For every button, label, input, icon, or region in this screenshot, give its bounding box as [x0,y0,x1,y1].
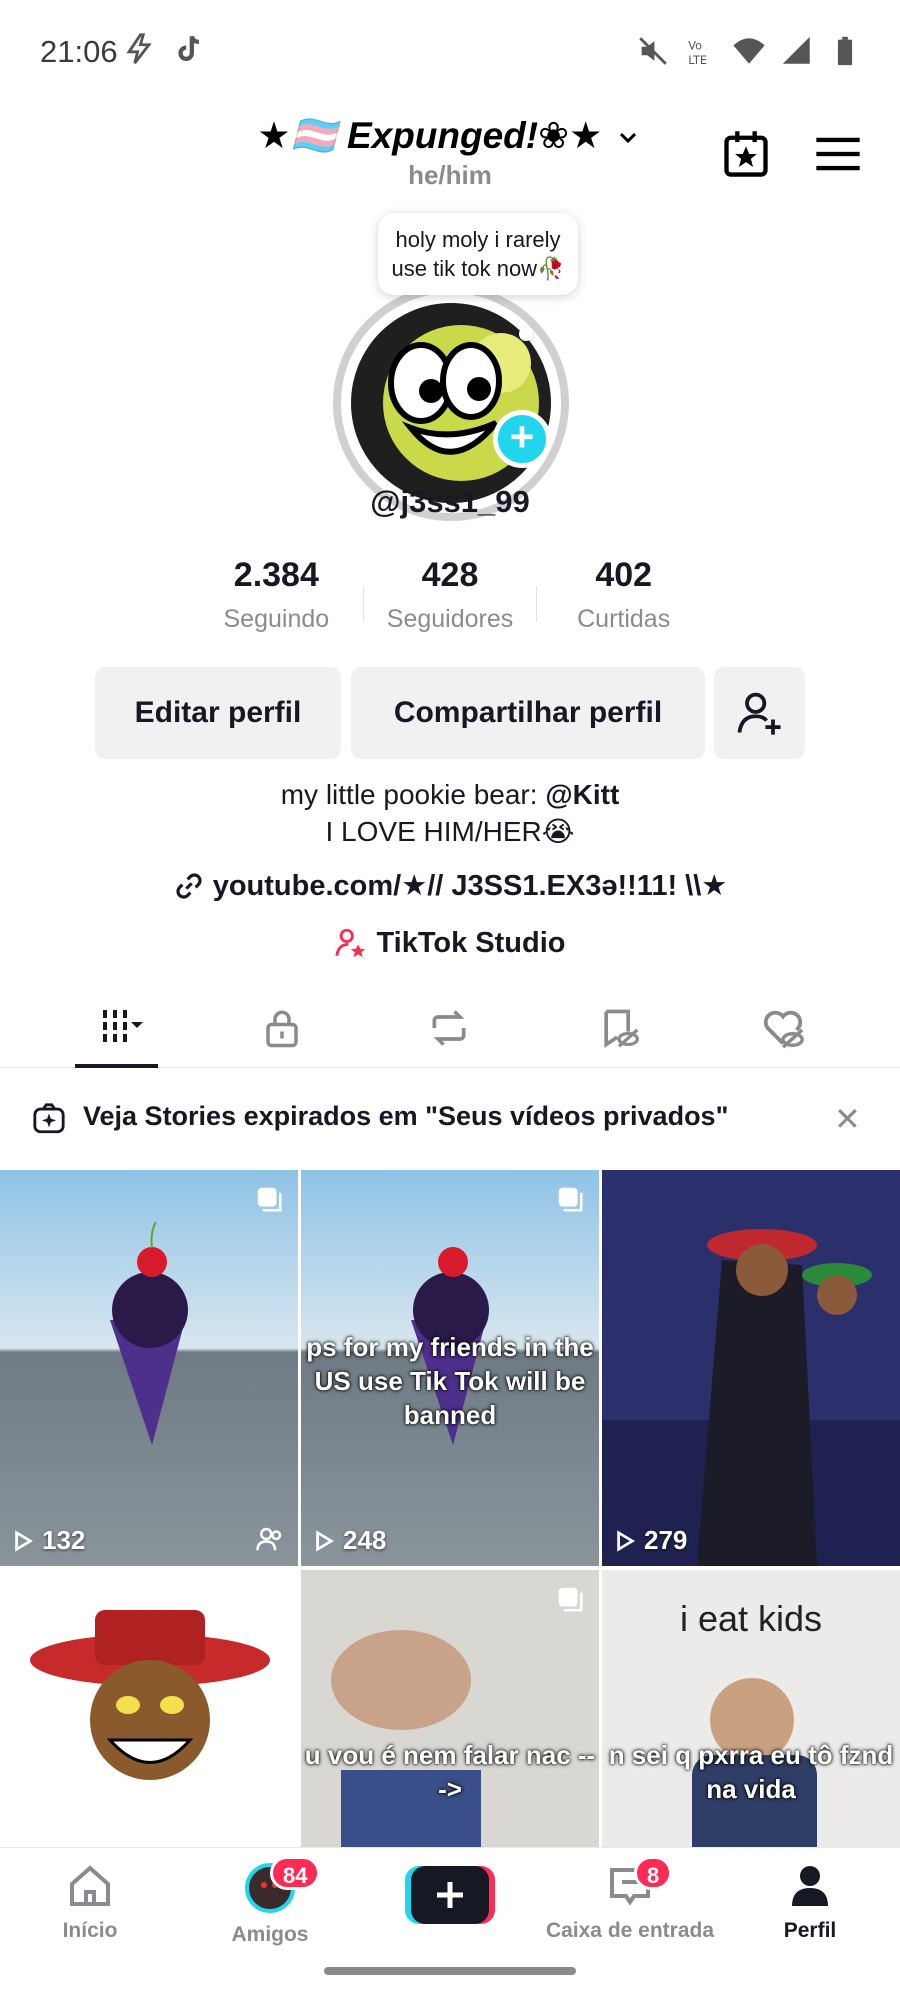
notification-badge: 8 [634,1856,673,1890]
profile-stats: 2.384 Seguindo 428 Seguidores 402 Curtid… [190,556,710,646]
play-icon [617,1529,636,1552]
tab-liked[interactable] [743,998,823,1058]
calendar-star-icon[interactable] [720,128,772,180]
video-caption: n sei q pxrra eu tô fznd na vida [608,1740,894,1804]
flash-notification-icon [126,33,152,65]
add-friends-button[interactable] [714,667,805,759]
view-count-text: 132 [42,1525,86,1555]
studio-person-star-icon [335,928,366,958]
home-icon [70,1865,110,1906]
video-thumbnail[interactable]: 279 [602,1170,900,1566]
view-count: 132 [12,1525,85,1556]
stat-label: Curtidas [577,605,671,633]
video-thumbnail[interactable]: 132 [0,1170,298,1566]
stat-value: 428 [421,556,479,594]
view-count: 248 [313,1525,386,1556]
video-top-text: i eat kids [679,1598,823,1639]
bio-link-text: youtube.com/★// J3SS1.EX3ə!!11! \\★ [212,870,728,902]
play-icon [316,1529,335,1552]
story-sparkle-icon [33,1103,65,1134]
friends-only-icon [256,1527,282,1551]
view-count: 279 [614,1525,687,1556]
lock-icon [266,1010,298,1048]
status-bar: 21:06 Vo LTE [0,0,900,104]
home-indicator[interactable] [324,1967,576,1975]
repost-icon [432,1010,466,1046]
multi-video-icon [257,1187,282,1212]
close-icon[interactable]: ✕ [834,1100,861,1138]
username: @j3ss1_99 [370,484,530,519]
nav-profile[interactable]: Perfil [735,1862,885,1943]
note-bubble-tail [519,327,533,341]
volte-icon: VoLTE [688,39,707,67]
bottom-navigation: Início Amigos 84 Caixa de entrada 8 Perf… [0,1847,900,2000]
stat-value: 2.384 [233,556,319,594]
mute-icon [639,37,667,65]
tab-favorites[interactable] [579,998,659,1058]
link-icon [176,872,202,899]
nav-label: Amigos [231,1923,309,1946]
stat-followers[interactable]: 428 Seguidores [364,556,537,646]
bio-text: I LOVE HIM/HER😭 [325,816,575,847]
multi-video-icon [558,1587,583,1612]
profile-tabs [0,990,900,1068]
menu-icon[interactable] [812,128,864,180]
wifi-icon [733,38,765,64]
bio-mention[interactable]: @Kitt [545,779,619,810]
stat-likes[interactable]: 402 Curtidas [537,556,710,646]
view-count-text: 248 [343,1525,387,1555]
bio-text: my little pookie bear: [280,779,546,810]
tiktok-notification-icon [178,35,200,62]
display-name: ★🏳️‍⚧️ Expunged!❀★ [257,115,603,156]
bookmark-hidden-icon [604,1009,639,1048]
nav-label: Início [62,1919,118,1942]
video-caption: u vou é nem falar nac ---> [304,1740,596,1804]
tab-videos[interactable] [77,998,157,1058]
nav-inbox[interactable]: Caixa de entrada 8 [530,1856,730,1943]
nav-friends[interactable]: Amigos 84 [195,1856,345,1947]
profile-note[interactable]: holy moly i rarely use tik tok now🥀 [378,213,578,295]
stat-following[interactable]: 2.384 Seguindo [190,556,363,646]
video-thumbnail[interactable]: ps for my friends in the US use Tik Tok … [301,1170,599,1566]
bio-link[interactable]: youtube.com/★// J3SS1.EX3ə!!11! \\★ [0,868,900,903]
studio-label: TikTok Studio [376,926,566,959]
tab-reposts[interactable] [409,998,489,1058]
status-time: 21:06 [40,34,118,69]
notification-badge: 84 [270,1856,321,1890]
expired-stories-banner[interactable]: Veja Stories expirados em "Seus vídeos p… [0,1068,900,1168]
view-count-text: 279 [644,1525,688,1555]
multi-video-icon [558,1187,583,1212]
share-profile-button[interactable]: Compartilhar perfil [351,667,705,759]
stat-label: Seguindo [223,605,330,633]
videos-grid-icon [103,1010,143,1042]
banner-text: Veja Stories expirados em "Seus vídeos p… [83,1101,729,1131]
add-story-button[interactable]: + [493,410,551,468]
heart-hidden-icon [763,1010,804,1049]
profile-icon [792,1866,828,1906]
plus-icon [405,1866,495,1924]
svg-text:LTE: LTE [688,53,707,67]
video-caption: ps for my friends in the US use Tik Tok … [306,1332,594,1430]
svg-text:Vo: Vo [688,39,702,53]
nav-label: Perfil [783,1919,837,1942]
tab-private[interactable] [242,998,322,1058]
profile-header: ★🏳️‍⚧️ Expunged!❀★ he/him [0,104,900,204]
nav-label: Caixa de entrada [545,1919,715,1942]
stat-label: Seguidores [386,605,514,633]
edit-profile-button[interactable]: Editar perfil [95,667,341,759]
play-icon [15,1529,34,1552]
create-button[interactable] [405,1866,495,1924]
battery-icon [837,36,853,66]
tiktok-studio-link[interactable]: TikTok Studio [0,926,900,960]
stat-value: 402 [595,556,653,594]
nav-home[interactable]: Início [15,1862,165,1943]
chevron-down-icon [619,133,636,144]
signal-icon [782,36,810,64]
add-user-icon [737,692,781,735]
bio: my little pookie bear: @Kitt I LOVE HIM/… [0,776,900,850]
